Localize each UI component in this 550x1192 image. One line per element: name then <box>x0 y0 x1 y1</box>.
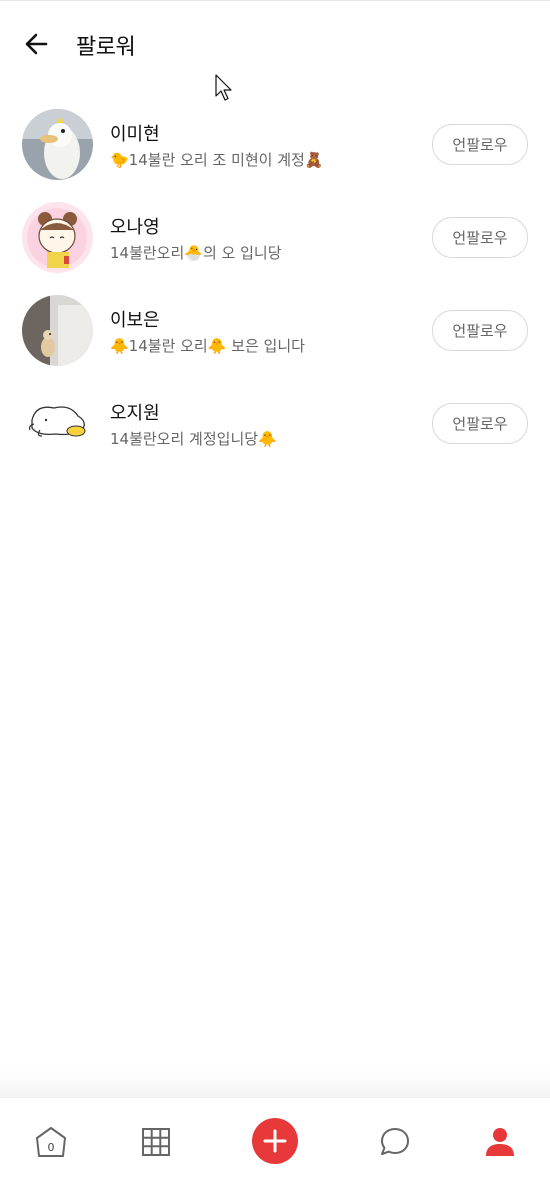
unfollow-button[interactable]: 언팔로우 <box>432 403 528 444</box>
nav-shadow <box>0 1069 550 1099</box>
follower-bio: 14불란오리 계정입니당🐥 <box>110 430 277 448</box>
grid-icon <box>142 1128 170 1156</box>
nav-profile[interactable] <box>482 1124 518 1160</box>
unfollow-button[interactable]: 언팔로우 <box>432 310 528 351</box>
page-title: 팔로워 <box>76 35 136 60</box>
follower-name: 이미현 <box>110 124 160 145</box>
back-button[interactable] <box>22 29 52 59</box>
mouse-cursor-icon <box>214 74 234 102</box>
follower-name: 오나영 <box>110 217 160 238</box>
follower-name: 이보은 <box>110 310 160 331</box>
list-item[interactable]: 오나영 14불란오리🐣의 오 입니당 언팔로우 <box>0 199 550 292</box>
arrow-left-icon <box>25 33 48 55</box>
avatar[interactable] <box>22 388 93 459</box>
bottom-nav: 0 <box>0 1097 550 1192</box>
plus-icon <box>263 1129 287 1153</box>
follower-name: 오지원 <box>110 403 160 424</box>
avatar[interactable] <box>22 202 93 273</box>
follower-bio: 🐥14불란 오리🐥 보은 입니다 <box>110 337 305 355</box>
followers-screen: 팔로워 이미현 🐤14불란 오리 조 미현이 계정🧸 언팔로우 오나영 14불란… <box>0 0 550 1192</box>
follower-bio: 🐤14불란 오리 조 미현이 계정🧸 <box>110 151 324 169</box>
nav-feed[interactable] <box>138 1124 174 1160</box>
nav-chat[interactable] <box>377 1124 413 1160</box>
avatar[interactable] <box>22 295 93 366</box>
avatar[interactable] <box>22 109 93 180</box>
list-item[interactable]: 오지원 14불란오리 계정입니당🐥 언팔로우 <box>0 385 550 478</box>
list-item[interactable]: 이보은 🐥14불란 오리🐥 보은 입니다 언팔로우 <box>0 292 550 385</box>
home-icon: 0 <box>36 1127 66 1157</box>
chat-icon <box>381 1128 409 1155</box>
user-icon <box>486 1128 514 1156</box>
nav-home[interactable]: 0 <box>33 1124 69 1160</box>
home-badge: 0 <box>48 1141 55 1154</box>
unfollow-button[interactable]: 언팔로우 <box>432 124 528 165</box>
header: 팔로워 <box>0 1 550 101</box>
follower-list: 이미현 🐤14불란 오리 조 미현이 계정🧸 언팔로우 오나영 14불란오리🐣의… <box>0 106 550 478</box>
list-item[interactable]: 이미현 🐤14불란 오리 조 미현이 계정🧸 언팔로우 <box>0 106 550 199</box>
unfollow-button[interactable]: 언팔로우 <box>432 217 528 258</box>
upload-button[interactable] <box>252 1118 298 1164</box>
follower-bio: 14불란오리🐣의 오 입니당 <box>110 244 282 262</box>
